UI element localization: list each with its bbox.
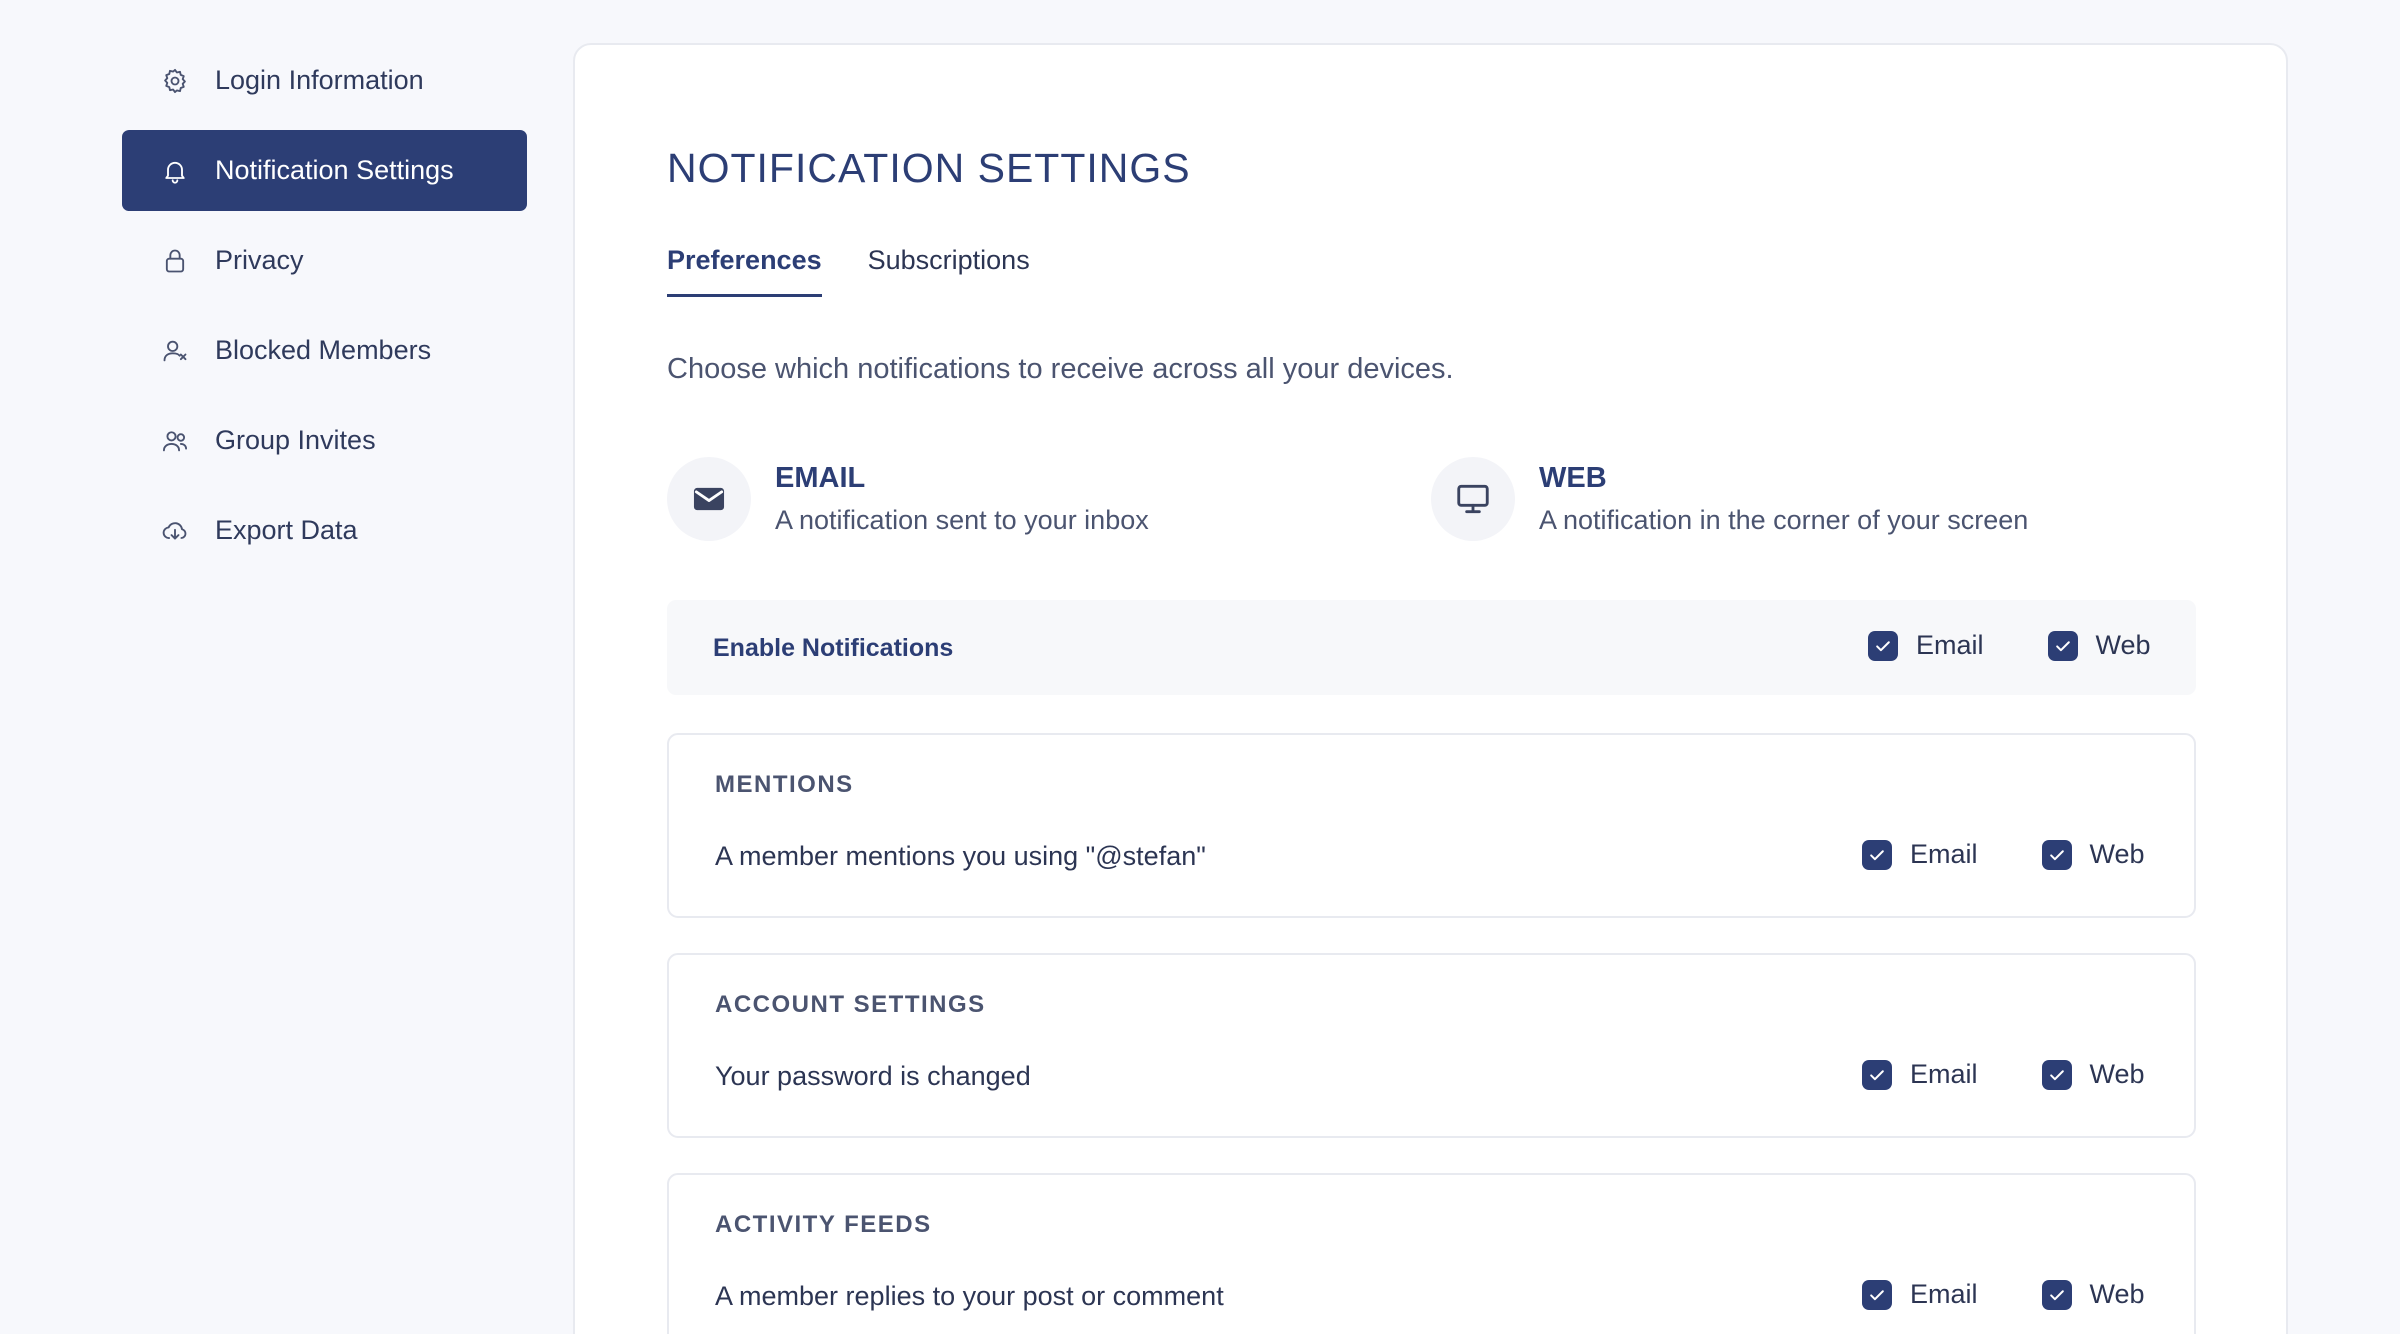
section-checkbox-group: Email Web (1862, 1279, 2145, 1310)
channel-title: WEB (1539, 462, 1607, 494)
checkmark-icon (2041, 1279, 2072, 1310)
mentions-web-checkbox[interactable]: Web (2041, 839, 2145, 870)
lock-icon (160, 246, 190, 276)
sidebar-item-label: Export Data (215, 515, 358, 545)
envelope-icon (667, 457, 751, 541)
sidebar-item-group-invites[interactable]: Group Invites (122, 400, 527, 481)
sidebar-item-blocked-members[interactable]: Blocked Members (122, 310, 527, 391)
sidebar-item-notification-settings[interactable]: Notification Settings (122, 130, 527, 211)
sidebar-item-label: Login Information (215, 65, 424, 95)
users-icon (160, 426, 190, 456)
sidebar-item-privacy[interactable]: Privacy (122, 220, 527, 301)
activity-web-checkbox[interactable]: Web (2041, 1279, 2145, 1310)
sidebar-item-label: Group Invites (215, 425, 376, 455)
channel-email: EMAIL A notification sent to your inbox (667, 457, 1149, 541)
section-title: MENTIONS (715, 771, 854, 798)
checkmark-icon (1862, 1059, 1892, 1090)
tab-subscriptions[interactable]: Subscriptions (868, 245, 1030, 297)
page-title: NOTIFICATION SETTINGS (667, 145, 1191, 191)
tab-preferences[interactable]: Preferences (667, 245, 822, 297)
enable-email-checkbox[interactable]: Email (1868, 630, 1984, 661)
sidebar-item-label: Blocked Members (215, 335, 432, 365)
tab-bar: Preferences Subscriptions (667, 245, 1076, 297)
checkmark-icon (1868, 630, 1898, 661)
cloud-download-icon (160, 516, 190, 546)
enable-notifications-row: Enable Notifications Email Web (667, 600, 2196, 695)
channel-description: A notification in the corner of your scr… (1539, 505, 2029, 535)
channel-description: A notification sent to your inbox (775, 505, 1149, 535)
checkmark-icon (2041, 1059, 2072, 1090)
checkmark-icon (1862, 1279, 1892, 1310)
account-email-checkbox[interactable]: Email (1862, 1059, 1978, 1090)
section-mentions: MENTIONS A member mentions you using "@s… (667, 733, 2196, 918)
enable-notifications-label: Enable Notifications (713, 634, 954, 662)
sidebar-item-label: Privacy (215, 245, 304, 275)
sidebar-item-login-information[interactable]: Login Information (122, 40, 527, 121)
checkmark-icon (2041, 839, 2072, 870)
bell-icon (160, 156, 190, 186)
checkmark-icon (2047, 630, 2078, 661)
channel-web: WEB A notification in the corner of your… (1431, 457, 2028, 541)
enable-checkbox-group: Email Web (1868, 630, 2151, 661)
section-activity-feeds: ACTIVITY FEEDS A member replies to your … (667, 1173, 2196, 1334)
checkmark-icon (1862, 839, 1892, 870)
monitor-icon (1431, 457, 1515, 541)
enable-web-checkbox[interactable]: Web (2047, 630, 2151, 661)
intro-text: Choose which notifications to receive ac… (667, 353, 1454, 385)
activity-email-checkbox[interactable]: Email (1862, 1279, 1978, 1310)
section-description: A member mentions you using "@stefan" (715, 841, 1206, 871)
section-title: ACTIVITY FEEDS (715, 1211, 932, 1238)
user-blocked-icon (160, 336, 190, 366)
settings-card: NOTIFICATION SETTINGS Preferences Subscr… (573, 43, 2288, 1334)
sidebar-item-label: Notification Settings (215, 155, 454, 185)
mentions-email-checkbox[interactable]: Email (1862, 839, 1978, 870)
section-account-settings: ACCOUNT SETTINGS Your password is change… (667, 953, 2196, 1138)
section-description: Your password is changed (715, 1061, 1031, 1091)
section-description: A member replies to your post or comment (715, 1281, 1224, 1311)
gear-icon (160, 66, 190, 96)
sidebar: Login Information Notification Settings … (122, 40, 527, 580)
sidebar-item-export-data[interactable]: Export Data (122, 490, 527, 571)
channel-title: EMAIL (775, 462, 866, 494)
section-checkbox-group: Email Web (1862, 839, 2145, 870)
account-web-checkbox[interactable]: Web (2041, 1059, 2145, 1090)
section-checkbox-group: Email Web (1862, 1059, 2145, 1090)
section-title: ACCOUNT SETTINGS (715, 991, 986, 1018)
